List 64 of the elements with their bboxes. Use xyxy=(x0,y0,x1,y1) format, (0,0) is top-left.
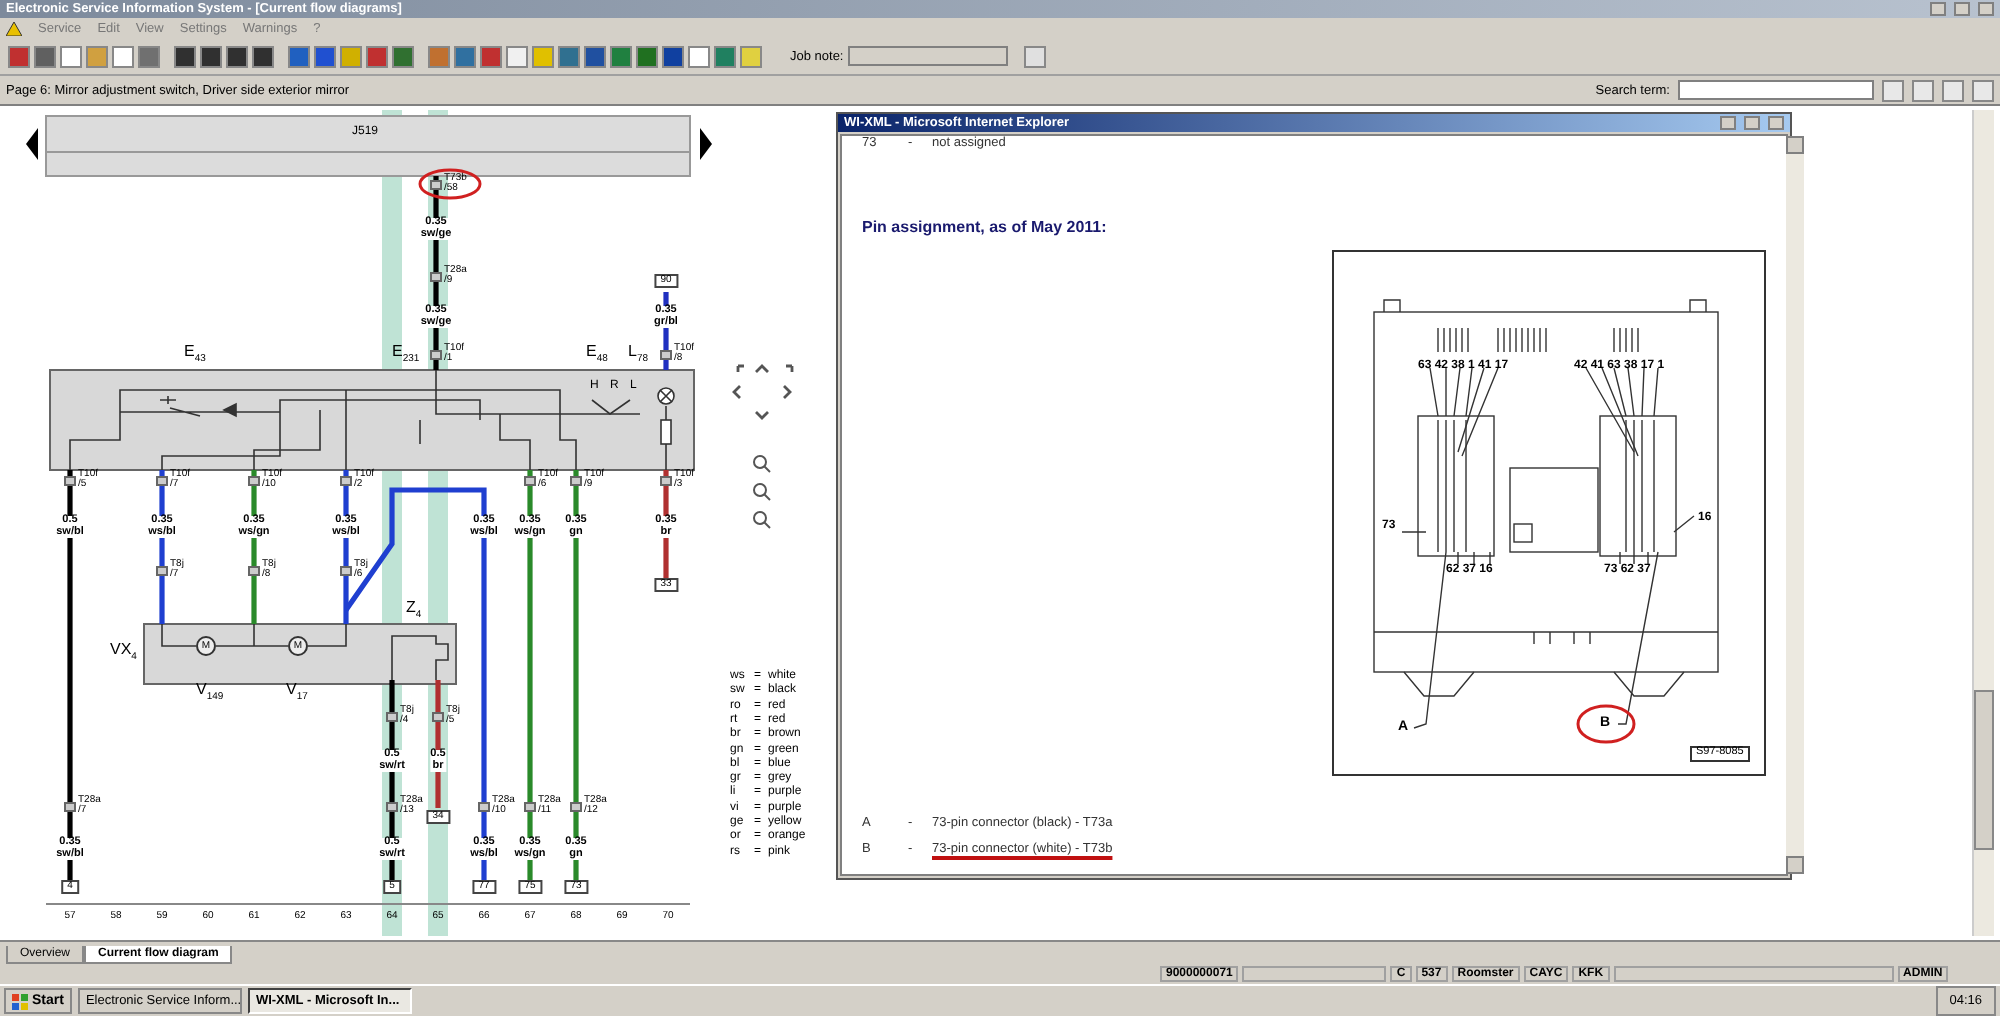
toolbar-icon[interactable] xyxy=(314,45,336,67)
connector-pin-icon xyxy=(430,350,442,360)
toolbar-icon[interactable] xyxy=(480,45,502,67)
scrollbar[interactable] xyxy=(1972,110,1994,936)
close-button[interactable] xyxy=(1978,2,1994,16)
job-note-field[interactable] xyxy=(847,46,1008,66)
connector-pin-icon xyxy=(570,476,582,486)
connector-pin-icon xyxy=(340,476,352,486)
connector-pin-icon xyxy=(430,272,442,282)
component-label: L$_{78}$ xyxy=(628,344,649,366)
toolbar-icon[interactable] xyxy=(366,45,388,67)
connector-pin-icon xyxy=(524,476,536,486)
connector-pin-icon xyxy=(156,566,168,576)
connector-pin-icon xyxy=(248,566,260,576)
toolbar-icon[interactable] xyxy=(226,45,248,67)
toolbar-icon[interactable] xyxy=(34,45,56,67)
zoom-in-icon[interactable] xyxy=(753,455,771,473)
connector-pin-icon xyxy=(432,712,444,722)
connector-pin-icon xyxy=(64,476,76,486)
zoom-out-icon[interactable] xyxy=(753,483,771,501)
connector-pin-icon xyxy=(660,350,672,360)
connector-pin-icon xyxy=(386,802,398,812)
connector-pin-icon xyxy=(386,712,398,722)
connector-pin-icon xyxy=(64,802,76,812)
toolbar-icon[interactable] xyxy=(252,45,274,67)
lamp-icon xyxy=(657,387,675,405)
toolbar-icon[interactable] xyxy=(662,45,684,67)
component-label: VX$_{4}$ xyxy=(110,642,137,664)
connector-pin-icon xyxy=(524,802,536,812)
minimize-button[interactable] xyxy=(1720,116,1736,130)
toolbar-icon[interactable] xyxy=(392,45,414,67)
scroll-left-icon[interactable] xyxy=(26,128,38,160)
windows-logo-icon xyxy=(12,993,28,1009)
toolbar-icon[interactable] xyxy=(584,45,606,67)
toolbar-icon[interactable] xyxy=(288,45,310,67)
component-label: E$_{231}$ xyxy=(392,344,420,366)
toolbar-icon[interactable] xyxy=(174,45,196,67)
scroll-right-icon[interactable] xyxy=(700,128,712,160)
resistor-icon xyxy=(660,419,672,445)
pan-arrows-icon[interactable] xyxy=(732,364,794,420)
connector-pin-icon xyxy=(248,476,260,486)
component-label: E$_{43}$ xyxy=(184,344,206,366)
connector-pin-icon xyxy=(340,566,352,576)
maximize-button[interactable] xyxy=(1954,2,1970,16)
search-field[interactable] xyxy=(1678,80,1874,100)
toolbar-icon[interactable] xyxy=(8,45,30,67)
connector-pin-icon xyxy=(478,802,490,812)
connector-pin-icon xyxy=(660,476,672,486)
component-label: V$_{149}$ xyxy=(196,682,224,704)
section-heading: Pin assignment, as of May 2011: xyxy=(862,218,1109,236)
close-button[interactable] xyxy=(1768,116,1784,130)
component-label: V$_{17}$ xyxy=(286,682,308,704)
scrollbar[interactable] xyxy=(1786,136,1804,874)
toolbar-icon[interactable] xyxy=(636,45,658,67)
component-label: E$_{48}$ xyxy=(586,344,608,366)
component-label: Z$_{4}$ xyxy=(406,600,422,622)
connector-pin-icon xyxy=(156,476,168,486)
connector-pin-icon xyxy=(570,802,582,812)
connector-pin-icon xyxy=(430,180,442,190)
heater-drawing xyxy=(391,635,449,681)
zoom-fit-icon[interactable] xyxy=(753,511,771,529)
minimize-button[interactable] xyxy=(1930,2,1946,16)
maximize-button[interactable] xyxy=(1744,116,1760,130)
toolbar-icon[interactable] xyxy=(200,45,222,67)
